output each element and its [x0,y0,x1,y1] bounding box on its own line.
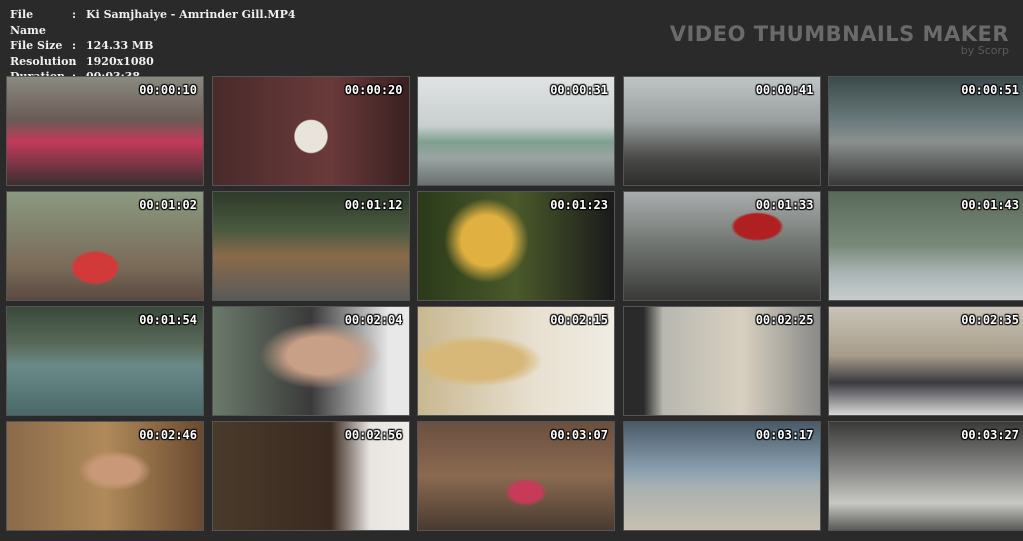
brand-title: VIDEO THUMBNAILS MAKER [669,22,1009,46]
thumbnail-frame[interactable]: 00:02:56 [211,421,410,531]
timestamp-label: 00:02:46 [139,428,197,442]
timestamp-label: 00:01:12 [344,198,403,212]
resolution-value: 1920x1080 [86,54,154,68]
timestamp-label: 00:01:43 [961,198,1019,212]
timestamp-label: 00:02:35 [961,313,1019,327]
file-name-row: File Name : Ki Samjhaiye - Amrinder Gill… [10,7,296,38]
thumbnail-frame[interactable]: 00:01:54 [6,306,204,416]
timestamp-label: 00:02:04 [344,313,403,327]
thumbnail-frame[interactable]: 00:01:23 [417,191,615,301]
timestamp-label: 00:03:17 [755,428,814,442]
timestamp-label: 00:00:51 [961,83,1019,97]
thumbnail-frame[interactable]: 00:02:35 [828,306,1023,416]
thumbnail-frame[interactable]: 00:01:43 [828,191,1023,301]
resolution-label: Resolution [10,54,77,68]
thumbnail-grid: 00:00:10 00:00:20 00:00:31 00:00:41 00:0… [6,76,1023,531]
timestamp-label: 00:00:31 [550,83,608,97]
thumbnail-frame[interactable]: 00:02:15 [417,306,615,416]
timestamp-label: 00:01:54 [139,313,197,327]
thumbnail-frame[interactable]: 00:02:25 [622,306,821,416]
separator: : [72,54,77,68]
file-name-value: Ki Samjhaiye - Amrinder Gill.MP4 [86,8,296,21]
timestamp-label: 00:02:25 [755,313,814,327]
timestamp-label: 00:00:10 [139,83,197,97]
thumbnail-frame[interactable]: 00:03:17 [622,421,821,531]
file-size-label: File Size [10,39,63,52]
timestamp-label: 00:02:15 [550,313,608,327]
timestamp-label: 00:00:20 [344,83,403,97]
thumbnail-frame[interactable]: 00:00:10 [6,76,204,186]
thumbnail-frame[interactable]: 00:00:51 [828,76,1023,186]
timestamp-label: 00:00:41 [755,83,814,97]
thumbnail-frame[interactable]: 00:00:41 [622,76,821,186]
file-size-row: File Size : 124.33 MB [10,38,296,54]
thumbnail-frame[interactable]: 00:01:02 [6,191,204,301]
thumbnail-frame[interactable]: 00:03:27 [828,421,1023,531]
separator: : [72,39,77,52]
timestamp-label: 00:03:27 [961,428,1019,442]
timestamp-label: 00:01:33 [755,198,814,212]
thumbnail-frame[interactable]: 00:00:20 [211,76,410,186]
thumbnail-frame[interactable]: 00:02:04 [211,306,410,416]
thumbnail-frame[interactable]: 00:01:12 [211,191,410,301]
file-size-value: 124.33 MB [86,39,154,52]
thumbnail-frame[interactable]: 00:02:46 [6,421,204,531]
separator: : [72,8,77,21]
file-name-label: File Name [10,8,46,37]
timestamp-label: 00:01:23 [550,198,608,212]
resolution-row: Resolution : 1920x1080 [10,54,296,70]
timestamp-label: 00:02:56 [344,428,403,442]
file-info-panel: File Name : Ki Samjhaiye - Amrinder Gill… [10,7,296,85]
thumbnail-frame[interactable]: 00:00:31 [417,76,615,186]
timestamp-label: 00:01:02 [139,198,197,212]
thumbnail-frame[interactable]: 00:01:33 [622,191,821,301]
thumbnail-frame[interactable]: 00:03:07 [417,421,615,531]
timestamp-label: 00:03:07 [550,428,608,442]
brand-watermark: VIDEO THUMBNAILS MAKER by Scorp [670,22,1009,57]
